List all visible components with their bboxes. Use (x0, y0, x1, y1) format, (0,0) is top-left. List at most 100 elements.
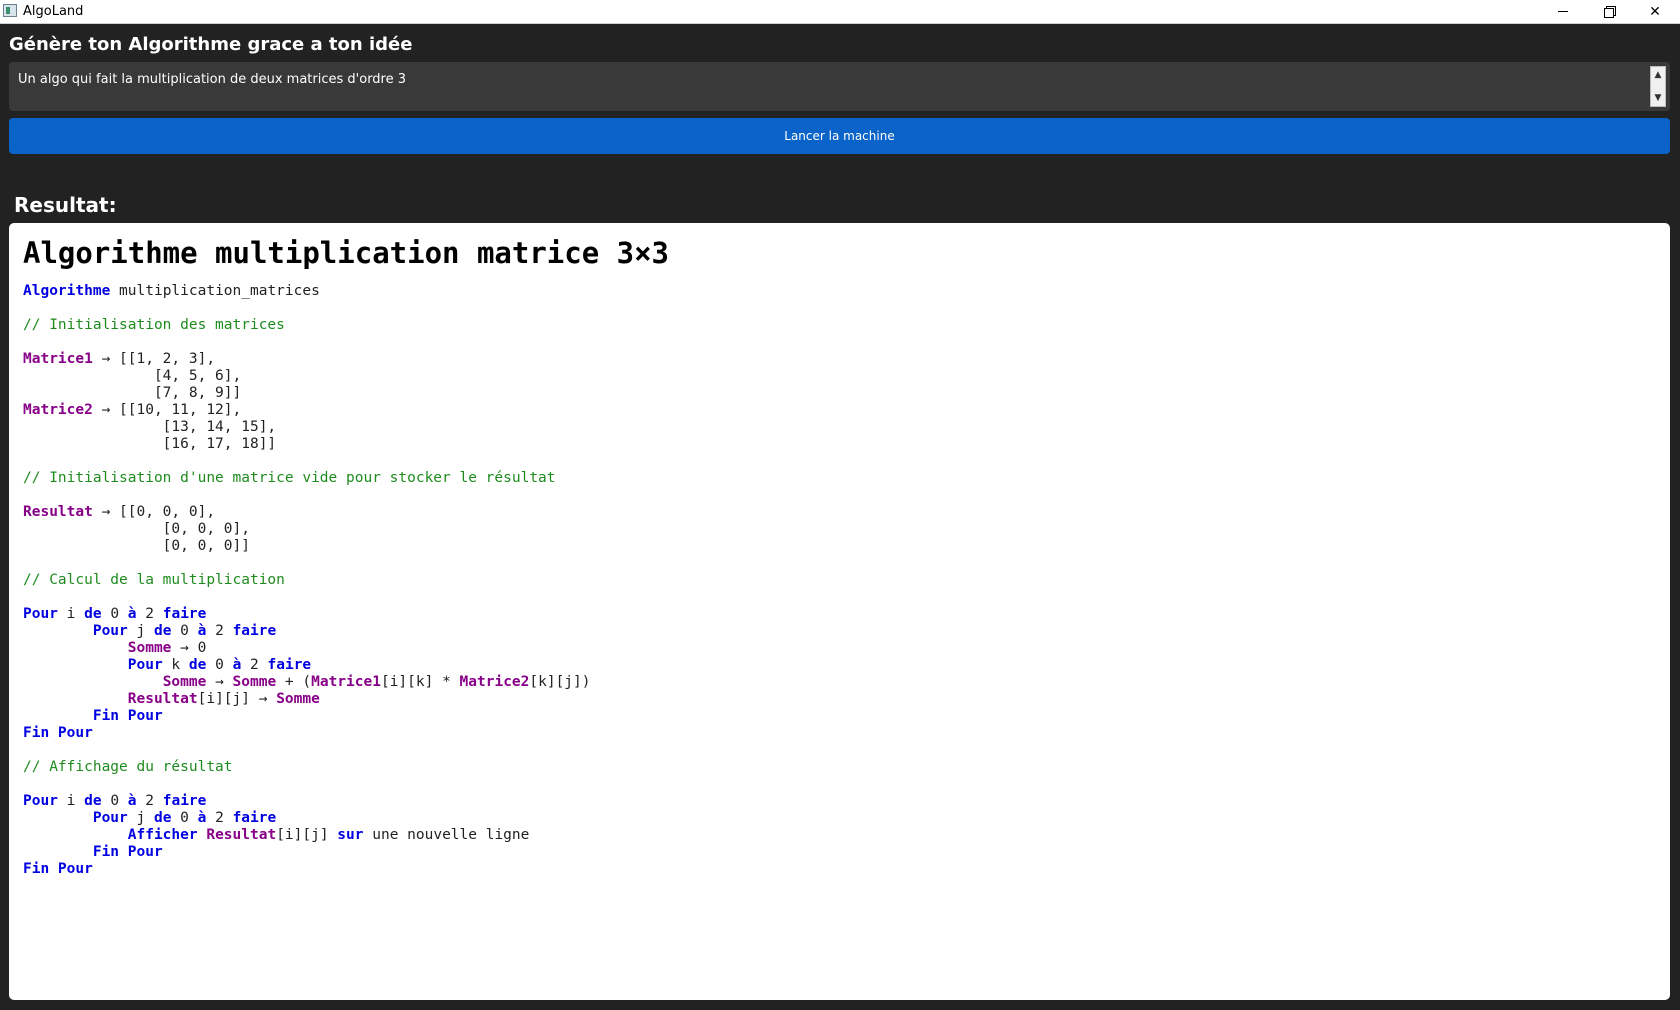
code-token: Pour (23, 606, 58, 622)
code-token: 2 (136, 793, 163, 809)
app-window-icon (3, 4, 17, 17)
code-line: Pour j de 0 à 2 faire (23, 810, 1656, 827)
code-line: Afficher Resultat[i][j] sur une nouvelle… (23, 827, 1656, 844)
code-token: [i][j] → (197, 691, 277, 707)
code-token: à (232, 657, 242, 673)
code-token: [7, 8, 9]] (23, 385, 242, 401)
window-titlebar: AlgoLand ✕ (0, 0, 1680, 24)
code-token: Resultat (206, 827, 277, 843)
code-token: [0, 0, 0], (23, 521, 250, 537)
window-title: AlgoLand (23, 4, 84, 19)
code-token: de (84, 793, 102, 809)
code-line: // Initialisation d'une matrice vide pou… (23, 470, 1656, 487)
code-token: Matrice2 (23, 402, 93, 418)
code-token: Pour (92, 623, 128, 639)
code-token: + ( (276, 674, 312, 690)
run-machine-button[interactable]: Lancer la machine (9, 118, 1670, 154)
code-token: Fin Pour (23, 725, 93, 741)
code-token: une nouvelle ligne (363, 827, 530, 843)
code-line: Pour k de 0 à 2 faire (23, 657, 1656, 674)
code-line: Fin Pour (23, 861, 1656, 878)
code-line: Pour j de 0 à 2 faire (23, 623, 1656, 640)
code-token: 0 (171, 810, 198, 826)
idea-input[interactable]: Un algo qui fait la multiplication de de… (9, 62, 1670, 111)
code-token: de (153, 623, 172, 639)
result-panel: Algorithme multiplication matrice 3×3 Al… (9, 223, 1670, 1000)
code-token: de (153, 810, 172, 826)
minimize-icon (1558, 11, 1568, 12)
code-token: 0 (101, 606, 128, 622)
code-token: [k][j]) (529, 674, 591, 690)
code-token: → [[10, 11, 12], (92, 402, 242, 418)
scroll-down-icon[interactable]: ▼ (1651, 91, 1665, 105)
code-token: // Affichage du résultat (23, 759, 233, 775)
code-token: Fin Pour (23, 861, 93, 877)
code-token: Somme (232, 674, 277, 690)
code-token: faire (162, 606, 207, 622)
minimize-button[interactable] (1540, 0, 1586, 23)
scroll-up-icon[interactable]: ▲ (1651, 68, 1665, 82)
code-token: Matrice2 (459, 674, 530, 690)
code-line: Somme → Somme + (Matrice1[i][k] * Matric… (23, 674, 1656, 691)
code-token: Algorithme (23, 283, 111, 299)
code-token: 2 (206, 623, 233, 639)
code-line: Algorithme multiplication_matrices (23, 283, 1656, 300)
code-token: Matrice1 (311, 674, 381, 690)
idea-input-value[interactable]: Un algo qui fait la multiplication de de… (18, 72, 406, 87)
code-token: multiplication_matrices (110, 283, 320, 299)
code-line: [7, 8, 9]] (23, 385, 1656, 402)
code-token: [13, 14, 15], (23, 419, 277, 435)
code-line: Fin Pour (23, 725, 1656, 742)
code-token: → 0 (171, 640, 207, 656)
result-label: Resultat: (14, 193, 117, 217)
code-line: Pour i de 0 à 2 faire (23, 606, 1656, 623)
code-line: [13, 14, 15], (23, 419, 1656, 436)
code-token: Somme (127, 640, 172, 656)
code-token: [0, 0, 0]] (23, 538, 250, 554)
code-token: i (57, 606, 85, 622)
code-token: // Calcul de la multiplication (23, 572, 285, 588)
code-token: à (127, 606, 137, 622)
code-token: Matrice1 (23, 351, 93, 367)
code-line: Pour i de 0 à 2 faire (23, 793, 1656, 810)
code-token: Resultat (23, 504, 93, 520)
close-button[interactable]: ✕ (1632, 0, 1678, 23)
code-line: Fin Pour (23, 708, 1656, 725)
code-token: faire (162, 793, 207, 809)
restore-button[interactable] (1586, 0, 1632, 23)
code-token: → [[0, 0, 0], (92, 504, 216, 520)
code-token: de (188, 657, 207, 673)
code-token: à (127, 793, 137, 809)
code-token: Pour (127, 657, 163, 673)
code-token: [i][k] * (380, 674, 460, 690)
code-token: k (162, 657, 189, 673)
code-line: [16, 17, 18]] (23, 436, 1656, 453)
code-line: Matrice2 → [[10, 11, 12], (23, 402, 1656, 419)
code-token: // Initialisation des matrices (23, 317, 285, 333)
idea-scrollbar[interactable]: ▲ ▼ (1650, 66, 1666, 107)
code-line: Fin Pour (23, 844, 1656, 861)
code-token: 0 (101, 793, 128, 809)
code-line: // Calcul de la multiplication (23, 572, 1656, 589)
code-token: faire (232, 810, 277, 826)
code-token: i (57, 793, 85, 809)
code-line: Matrice1 → [[1, 2, 3], (23, 351, 1656, 368)
code-token: [16, 17, 18]] (23, 436, 277, 452)
code-token: [i][j] (276, 827, 338, 843)
page-title: Génère ton Algorithme grace a ton idée (9, 34, 413, 55)
close-icon: ✕ (1649, 3, 1661, 20)
code-line: [4, 5, 6], (23, 368, 1656, 385)
code-token: j (127, 810, 154, 826)
code-token: faire (267, 657, 312, 673)
code-token: 2 (241, 657, 268, 673)
